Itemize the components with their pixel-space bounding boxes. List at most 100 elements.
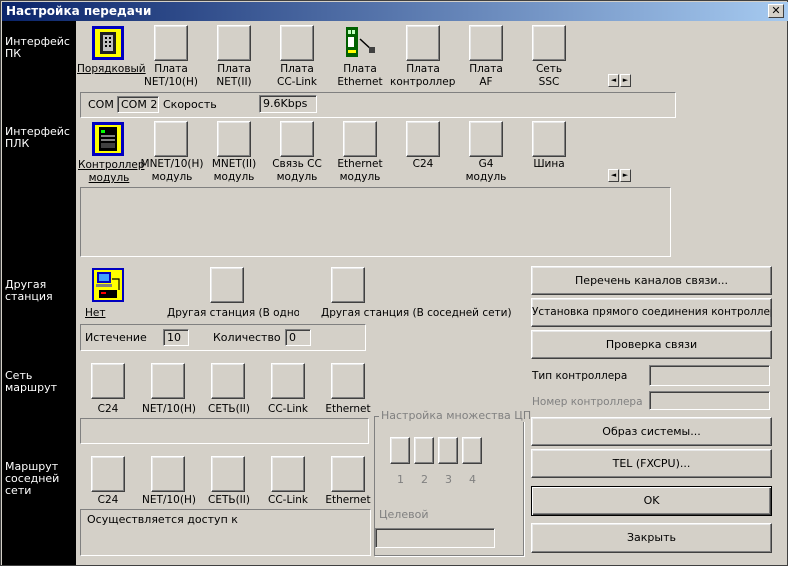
pc-item-label: Плата NET(II) bbox=[216, 63, 252, 88]
coexist-route-label: C24 bbox=[97, 494, 119, 506]
pc-item-label: Сеть SSC bbox=[535, 63, 563, 88]
plc-type-label: Тип контроллера bbox=[532, 370, 628, 382]
pc-ssc-button[interactable] bbox=[532, 25, 566, 61]
sidebar-network-route: Сеть маршрут bbox=[5, 369, 57, 394]
cpu-3-button[interactable] bbox=[438, 437, 458, 464]
pc-controller-board-button[interactable] bbox=[406, 25, 440, 61]
plc-item-label: Контроллер модуль bbox=[78, 159, 145, 184]
timeout-label: Истечение bbox=[85, 331, 147, 344]
plc-mnet2-button[interactable] bbox=[217, 121, 251, 157]
coexist-route-c24-button[interactable] bbox=[91, 456, 125, 492]
coexist-route-ethernet-button[interactable] bbox=[331, 456, 365, 492]
net-route-settings bbox=[80, 418, 369, 444]
pc-item-label: Плата CC-Link bbox=[277, 63, 317, 88]
window-title: Настройка передачи bbox=[6, 4, 152, 18]
plc-item-label: MNET(II) модуль bbox=[211, 158, 257, 183]
net-route-label: Ethernet bbox=[325, 403, 371, 415]
net-route-ethernet-button[interactable] bbox=[331, 363, 365, 399]
com-port-field[interactable]: COM 2 bbox=[117, 96, 159, 113]
ok-button[interactable]: OK bbox=[531, 486, 772, 516]
plc-c24-button[interactable] bbox=[406, 121, 440, 157]
cpu-2-label: 2 bbox=[421, 473, 428, 486]
pc-scroll-right-button[interactable]: ► bbox=[620, 74, 631, 87]
sidebar-pc-interface: Интерфейс ПК bbox=[5, 35, 70, 60]
plc-settings-panel bbox=[80, 187, 671, 257]
net-route-label: NET/10(H) bbox=[142, 403, 196, 415]
plc-ethernet-module-button[interactable] bbox=[343, 121, 377, 157]
pc-af-button[interactable] bbox=[469, 25, 503, 61]
plc-g4-button[interactable] bbox=[469, 121, 503, 157]
cpu-4-button[interactable] bbox=[462, 437, 482, 464]
ethernet-card-icon[interactable] bbox=[343, 25, 377, 61]
plc-item-label: G4 модуль bbox=[465, 158, 507, 183]
coexist-route-label: СЕТЬ(II) bbox=[208, 494, 250, 506]
net-route-label: C24 bbox=[97, 403, 119, 415]
no-other-station-icon bbox=[91, 267, 125, 303]
net-route-cclink-button[interactable] bbox=[271, 363, 305, 399]
system-image-button[interactable]: Образ системы... bbox=[531, 417, 772, 446]
close-button[interactable]: Закрыть bbox=[531, 523, 772, 553]
title-bar: Настройка передачи ✕ bbox=[2, 2, 788, 21]
plc-number-label: Номер контроллера bbox=[532, 396, 643, 408]
plc-module-icon bbox=[91, 121, 125, 157]
connection-test-button[interactable]: Проверка связи bbox=[531, 330, 772, 359]
pc-net2-button[interactable] bbox=[217, 25, 251, 61]
pc-item-label: Плата AF bbox=[469, 63, 503, 88]
pc-net10h-button[interactable] bbox=[154, 25, 188, 61]
sidebar-coexist-route: Маршрут соседней сети bbox=[5, 460, 60, 497]
plc-item-label: MNET/10(H) модуль bbox=[140, 158, 204, 183]
cpu-1-label: 1 bbox=[397, 473, 404, 486]
sidebar-other-station: Другая станция bbox=[5, 278, 53, 303]
timeout-field[interactable]: 10 bbox=[163, 329, 189, 346]
pc-item-label: Порядковый bbox=[77, 63, 146, 75]
other-station-same-network-button[interactable] bbox=[210, 267, 244, 303]
speed-label: Скорость bbox=[163, 98, 217, 111]
tel-fxcpu-button[interactable]: TEL (FXCPU)... bbox=[531, 449, 772, 478]
plc-item-label: C24 bbox=[412, 158, 434, 170]
speed-field[interactable]: 9.6Kbps bbox=[259, 95, 317, 113]
plc-scroll-right-button[interactable]: ► bbox=[620, 169, 631, 182]
cpu-1-button[interactable] bbox=[390, 437, 410, 464]
multi-cpu-legend: Настройка множества ЦП bbox=[379, 409, 534, 422]
coexist-route-label: Ethernet bbox=[325, 494, 371, 506]
coexist-route-cclink-button[interactable] bbox=[271, 456, 305, 492]
cpu-3-label: 3 bbox=[445, 473, 452, 486]
net-route-c24-button[interactable] bbox=[91, 363, 125, 399]
other-station-label: Другая станция (В соседней сети) bbox=[321, 307, 512, 319]
target-field bbox=[375, 528, 495, 548]
transfer-setup-window: Настройка передачи ✕ Интерфейс ПК Интерф… bbox=[0, 0, 788, 566]
count-field[interactable]: 0 bbox=[285, 329, 311, 346]
plc-item-label: Шина bbox=[533, 158, 565, 170]
pc-cclink-button[interactable] bbox=[280, 25, 314, 61]
coexist-route-net10h-button[interactable] bbox=[151, 456, 185, 492]
plc-bus-button[interactable] bbox=[532, 121, 566, 157]
count-label: Количество bbox=[213, 331, 281, 344]
cpu-2-button[interactable] bbox=[414, 437, 434, 464]
pc-item-label: Плата NET/10(H) bbox=[144, 63, 198, 88]
plc-mnet10h-button[interactable] bbox=[154, 121, 188, 157]
direct-connect-button[interactable]: Установка прямого соединения контроллера bbox=[531, 298, 772, 327]
coexist-route-net2-button[interactable] bbox=[211, 456, 245, 492]
net-route-net10h-button[interactable] bbox=[151, 363, 185, 399]
net-route-label: СЕТЬ(II) bbox=[208, 403, 250, 415]
other-station-label: Другая станция (В одной bbox=[167, 307, 299, 319]
channel-list-button[interactable]: Перечень каналов связи... bbox=[531, 266, 772, 295]
plc-scroll-left-button[interactable]: ◄ bbox=[608, 169, 619, 182]
net-route-net2-button[interactable] bbox=[211, 363, 245, 399]
plc-item-label: Связь CC модуль bbox=[272, 158, 322, 183]
access-text: Осуществляется доступ к bbox=[87, 513, 238, 526]
plc-cc-module-button[interactable] bbox=[280, 121, 314, 157]
cpu-4-label: 4 bbox=[469, 473, 476, 486]
other-station-coexist-network-button[interactable] bbox=[331, 267, 365, 303]
close-window-button[interactable]: ✕ bbox=[768, 4, 784, 18]
other-station-label: Нет bbox=[85, 307, 106, 319]
pc-item-label: Плата Ethernet bbox=[337, 63, 383, 88]
coexist-route-label: CC-Link bbox=[268, 494, 308, 506]
plc-item-label: Ethernet модуль bbox=[337, 158, 383, 183]
target-label: Целевой bbox=[379, 508, 429, 521]
coexist-route-label: NET/10(H) bbox=[142, 494, 196, 506]
pc-scroll-left-button[interactable]: ◄ bbox=[608, 74, 619, 87]
plc-type-field bbox=[649, 365, 770, 386]
sidebar: Интерфейс ПК Интерфейс ПЛК Другая станци… bbox=[2, 21, 76, 565]
com-label: COM bbox=[88, 98, 114, 111]
